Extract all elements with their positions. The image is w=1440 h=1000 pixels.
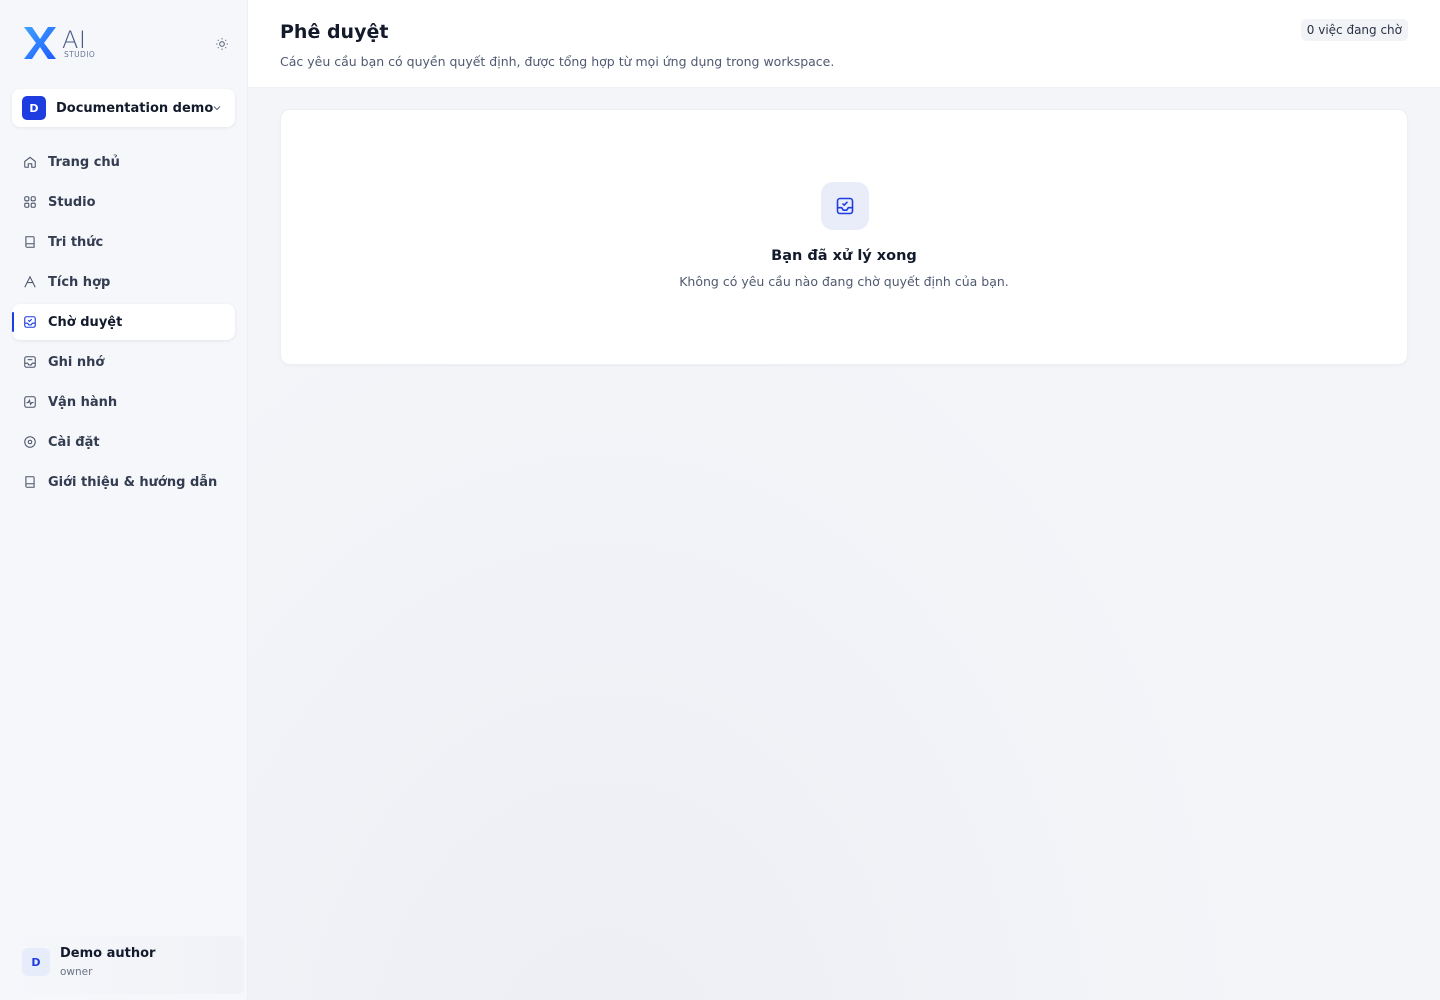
sidebar-item-guide[interactable]: Giới thiệu & hướng dẫn xyxy=(12,464,235,500)
sidebar-item-label: Giới thiệu & hướng dẫn xyxy=(48,474,218,490)
sidebar-item-integrations[interactable]: Tích hợp xyxy=(12,264,235,300)
empty-state-card: Bạn đã xử lý xong Không có yêu cầu nào đ… xyxy=(280,109,1408,365)
empty-state-description: Không có yêu cầu nào đang chờ quyết định… xyxy=(679,274,1009,289)
sidebar-nav: Trang chủ Studio Tri thức Tích hợp Chờ d… xyxy=(12,144,235,504)
sidebar-item-label: Tri thức xyxy=(48,234,104,250)
sidebar-item-label: Cài đặt xyxy=(48,434,100,450)
sidebar-item-label: Trang chủ xyxy=(48,154,120,170)
chevron-down-icon xyxy=(213,106,221,111)
workspace-badge: D xyxy=(22,96,46,120)
page-title: Phê duyệt xyxy=(280,21,389,43)
user-profile[interactable]: D Demo author owner xyxy=(8,936,244,994)
pending-count-badge: 0 việc đang chờ xyxy=(1300,19,1408,41)
integration-icon xyxy=(22,274,38,290)
theme-toggle-button[interactable] xyxy=(212,34,232,54)
activity-icon xyxy=(22,394,38,410)
user-role: owner xyxy=(60,966,93,978)
sidebar-item-memory[interactable]: Ghi nhớ xyxy=(12,344,235,380)
guide-book-icon xyxy=(22,474,38,490)
app-logo[interactable]: AI STUDIO xyxy=(22,26,102,62)
user-info: Demo author owner xyxy=(60,946,155,978)
x-logo-icon xyxy=(24,27,56,59)
main-content: Phê duyệt Các yêu cầu bạn có quyền quyết… xyxy=(248,0,1440,1000)
logo-subtext: STUDIO xyxy=(64,50,96,59)
sidebar-item-label: Chờ duyệt xyxy=(48,314,123,330)
grid-icon xyxy=(22,194,38,210)
sidebar-item-label: Ghi nhớ xyxy=(48,354,105,370)
workspace-selector[interactable]: D Documentation demo xyxy=(12,89,235,127)
inbox-check-icon xyxy=(22,314,38,330)
workspace-name: Documentation demo xyxy=(56,100,214,116)
sidebar-item-label: Studio xyxy=(48,194,96,210)
sidebar: AI STUDIO D Documentation demo Trang chủ… xyxy=(0,0,248,1000)
sidebar-item-operations[interactable]: Vận hành xyxy=(12,384,235,420)
sidebar-item-knowledge[interactable]: Tri thức xyxy=(12,224,235,260)
avatar: D xyxy=(22,948,50,976)
sidebar-item-label: Vận hành xyxy=(48,394,118,410)
page-header: Phê duyệt Các yêu cầu bạn có quyền quyết… xyxy=(248,0,1440,88)
user-name: Demo author xyxy=(60,946,156,961)
sidebar-item-approvals[interactable]: Chờ duyệt xyxy=(12,304,235,340)
inbox-check-icon xyxy=(821,182,869,230)
sun-icon xyxy=(216,38,228,50)
memory-icon xyxy=(22,354,38,370)
sidebar-item-label: Tích hợp xyxy=(48,274,111,290)
settings-icon xyxy=(22,434,38,450)
sidebar-item-studio[interactable]: Studio xyxy=(12,184,235,220)
sidebar-item-home[interactable]: Trang chủ xyxy=(12,144,235,180)
home-icon xyxy=(22,154,38,170)
empty-state-title: Bạn đã xử lý xong xyxy=(771,248,917,264)
sidebar-item-settings[interactable]: Cài đặt xyxy=(12,424,235,460)
book-icon xyxy=(22,234,38,250)
page-subtitle: Các yêu cầu bạn có quyền quyết định, đượ… xyxy=(280,54,835,69)
